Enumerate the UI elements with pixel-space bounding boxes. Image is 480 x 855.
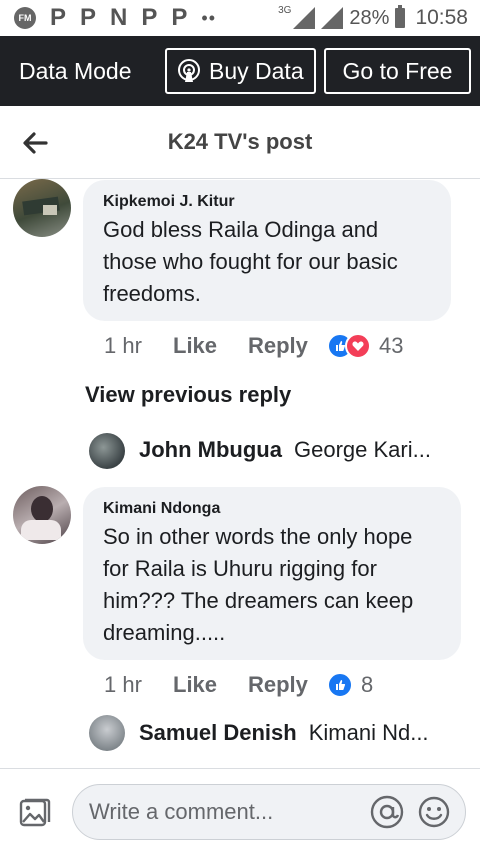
- fm-radio-icon: FM: [14, 7, 36, 29]
- like-button[interactable]: Like: [173, 333, 248, 359]
- go-to-free-label: Go to Free: [342, 57, 453, 84]
- like-button[interactable]: Like: [173, 672, 248, 698]
- comment-author[interactable]: Kipkemoi J. Kitur: [103, 193, 235, 211]
- notification-p-icon: P: [80, 4, 97, 31]
- reply-author[interactable]: Samuel Denish: [139, 720, 297, 746]
- notification-p-icon: P: [141, 4, 158, 31]
- comment-input[interactable]: Write a comment...: [72, 784, 466, 840]
- comment-author[interactable]: Kimani Ndonga: [103, 500, 220, 518]
- comment-actions: 1 hr Like Reply 8: [104, 672, 373, 698]
- comment-composer: Write a comment...: [0, 768, 480, 855]
- reply-preview[interactable]: John Mbugua George Kari...: [139, 437, 431, 463]
- notification-n-icon: N: [110, 4, 128, 31]
- go-to-free-button[interactable]: Go to Free: [324, 48, 471, 94]
- comment-bubble[interactable]: Kimani Ndonga So in other words the only…: [83, 487, 461, 660]
- broadcast-icon: [178, 59, 200, 82]
- reaction-count: 43: [379, 333, 404, 358]
- comment-time: 1 hr: [104, 333, 142, 358]
- love-reaction-icon: [345, 333, 371, 359]
- reply-button[interactable]: Reply: [248, 333, 327, 359]
- reply-author[interactable]: John Mbugua: [139, 437, 282, 463]
- avatar[interactable]: [13, 486, 71, 544]
- back-arrow-icon[interactable]: [20, 128, 50, 158]
- avatar[interactable]: [89, 715, 125, 751]
- reaction-summary[interactable]: 8: [327, 672, 373, 698]
- comment-time: 1 hr: [104, 672, 142, 697]
- notification-p-icon: P: [171, 4, 188, 31]
- emoji-icon[interactable]: [417, 795, 451, 829]
- comment-bubble[interactable]: Kipkemoi J. Kitur God bless Raila Odinga…: [83, 180, 451, 321]
- battery-percent: 28%: [349, 6, 390, 29]
- battery-icon: [395, 5, 406, 28]
- notification-p-icon: P: [50, 4, 67, 31]
- photo-icon[interactable]: [18, 796, 52, 830]
- avatar[interactable]: [13, 179, 71, 237]
- comment-actions: 1 hr Like Reply 43: [104, 333, 403, 359]
- clock: 10:58: [415, 6, 468, 29]
- network-type: 3G: [278, 4, 292, 16]
- like-reaction-icon: [327, 672, 353, 698]
- more-notifications-icon: ••: [201, 7, 217, 28]
- signal-icon: [293, 7, 316, 29]
- reply-button[interactable]: Reply: [248, 672, 327, 698]
- view-previous-reply-link[interactable]: View previous reply: [85, 382, 291, 408]
- buy-data-label: Buy Data: [209, 57, 304, 84]
- reply-preview[interactable]: Samuel Denish Kimani Nd...: [139, 720, 429, 746]
- reply-snippet: Kimani Nd...: [308, 720, 429, 745]
- buy-data-button[interactable]: Buy Data: [165, 48, 316, 94]
- page-title: K24 TV's post: [167, 129, 313, 154]
- data-mode-bar: Data Mode Buy Data Go to Free: [0, 36, 480, 106]
- status-bar: FM P P N P P •• 3G 28% 10:58: [0, 0, 480, 36]
- comment-placeholder: Write a comment...: [89, 799, 274, 824]
- comment-text: So in other words the only hope for Rail…: [103, 524, 414, 645]
- reaction-summary[interactable]: 43: [327, 333, 403, 359]
- reaction-count: 8: [361, 672, 374, 697]
- mention-icon[interactable]: [369, 794, 405, 830]
- signal-icon: [321, 7, 344, 29]
- post-header: K24 TV's post: [0, 106, 480, 179]
- data-mode-label: Data Mode: [19, 57, 132, 84]
- avatar[interactable]: [89, 433, 125, 469]
- comment-text: God bless Raila Odinga and those who fou…: [103, 217, 398, 306]
- reply-snippet: George Kari...: [293, 437, 431, 462]
